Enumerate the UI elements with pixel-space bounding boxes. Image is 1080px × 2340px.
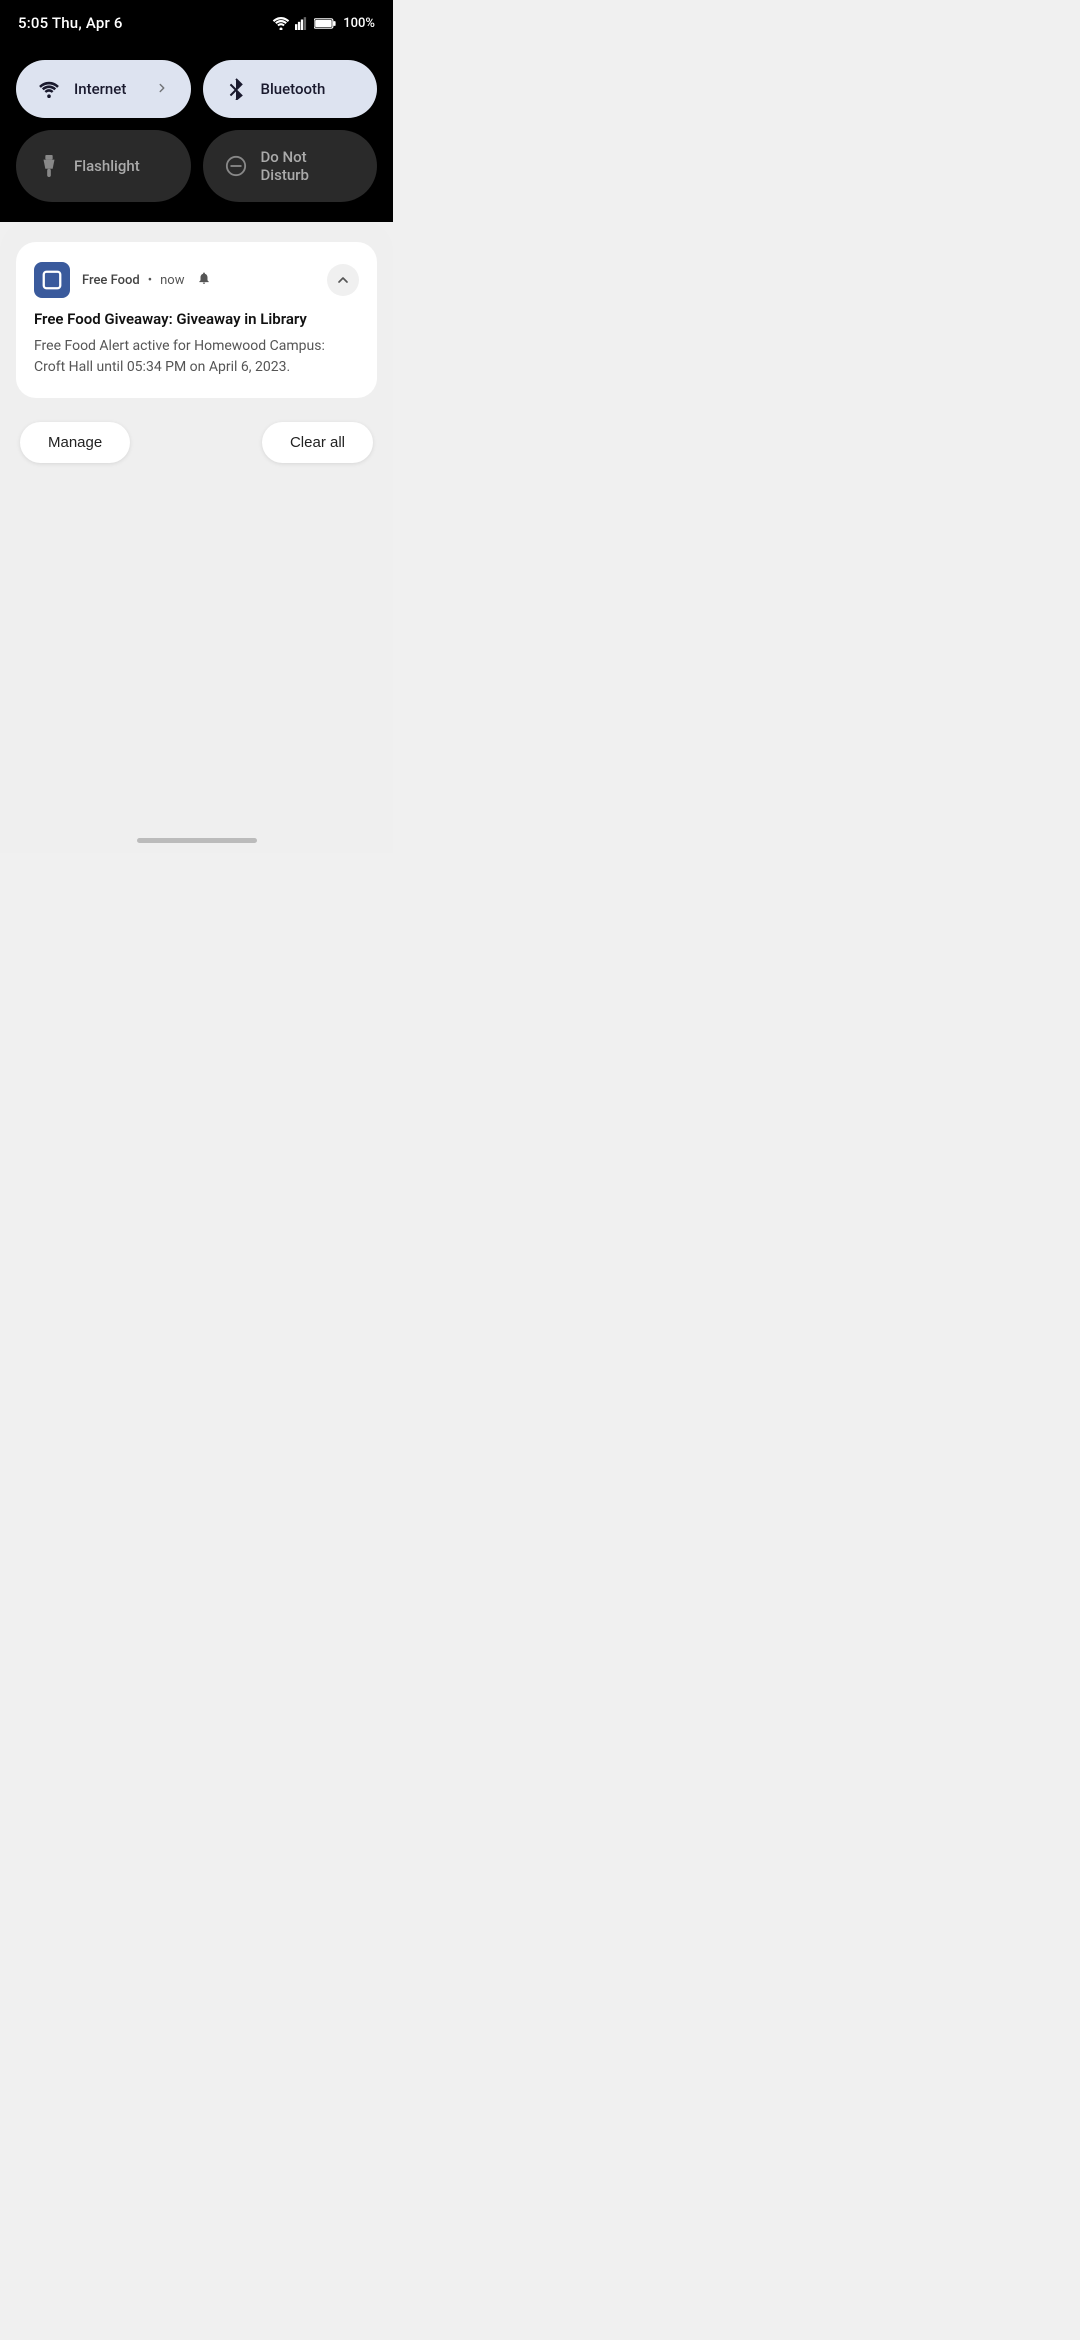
manage-button[interactable]: Manage xyxy=(20,422,130,463)
wifi-icon xyxy=(38,78,60,100)
status-bar: 5:05 Thu, Apr 6 100% xyxy=(0,0,393,44)
status-time: 5:05 Thu, Apr 6 xyxy=(18,14,123,32)
notif-app-name: Free Food xyxy=(82,273,140,288)
notif-separator: • xyxy=(148,273,152,288)
internet-label: Internet xyxy=(74,80,141,98)
dnd-label: Do Not Disturb xyxy=(261,148,356,184)
internet-tile[interactable]: Internet xyxy=(16,60,191,118)
flashlight-tile[interactable]: Flashlight xyxy=(16,130,191,202)
quick-settings-panel: Internet Bluetooth xyxy=(0,44,393,222)
chevron-right-icon xyxy=(155,80,169,99)
notif-time: now xyxy=(160,273,184,288)
notif-collapse-button[interactable] xyxy=(327,264,359,296)
bluetooth-label: Bluetooth xyxy=(261,80,356,98)
home-indicator-area xyxy=(0,822,393,853)
dnd-icon xyxy=(225,155,247,177)
clear-all-button[interactable]: Clear all xyxy=(262,422,373,463)
bluetooth-tile[interactable]: Bluetooth xyxy=(203,60,378,118)
notification-card: Free Food • now Free Food Giveaway: Give… xyxy=(16,242,377,398)
dnd-tile[interactable]: Do Not Disturb xyxy=(203,130,378,202)
status-icons: 100% xyxy=(272,16,375,31)
notif-header: Free Food • now xyxy=(34,262,359,298)
app-icon xyxy=(34,262,70,298)
flashlight-icon xyxy=(38,155,60,177)
bluetooth-icon xyxy=(225,78,247,100)
wifi-status-icon xyxy=(272,16,290,30)
notif-body: Free Food Alert active for Homewood Camp… xyxy=(34,336,359,378)
notification-actions: Manage Clear all xyxy=(16,422,377,463)
notif-title: Free Food Giveaway: Giveaway in Library xyxy=(34,310,359,330)
signal-icon xyxy=(295,16,309,30)
battery-icon xyxy=(314,17,336,30)
bell-icon xyxy=(197,271,211,289)
flashlight-label: Flashlight xyxy=(74,157,169,175)
notifications-area: Free Food • now Free Food Giveaway: Give… xyxy=(0,222,393,822)
battery-percentage: 100% xyxy=(343,16,375,31)
notif-app-info: Free Food • now xyxy=(82,271,315,289)
home-bar xyxy=(137,838,257,843)
